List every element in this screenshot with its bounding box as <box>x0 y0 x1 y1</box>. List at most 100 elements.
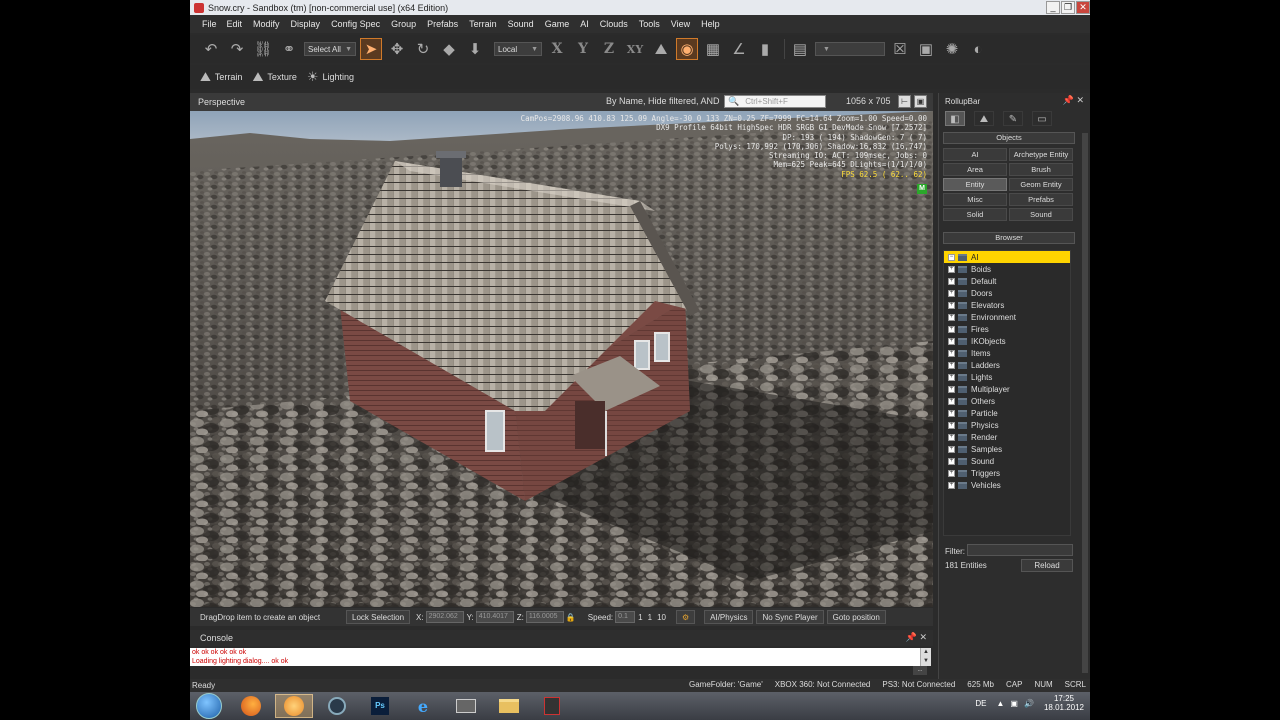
tree-item-default[interactable]: + Default <box>944 275 1070 287</box>
viewport-title[interactable]: Perspective <box>198 97 245 107</box>
tree-item-physics[interactable]: + Physics <box>944 419 1070 431</box>
lighting-button[interactable]: ☀ Lighting <box>307 69 354 85</box>
objects-section-header[interactable]: Objects <box>943 132 1075 144</box>
language-indicator[interactable]: DE <box>975 699 986 708</box>
expand-icon[interactable]: + <box>948 397 955 405</box>
object-misc-button[interactable]: Misc <box>943 193 1007 206</box>
tree-item-lights[interactable]: + Lights <box>944 371 1070 383</box>
tree-item-elevators[interactable]: + Elevators <box>944 299 1070 311</box>
material-icon[interactable]: ▣ <box>915 38 937 60</box>
layer-icon[interactable]: ▤ <box>789 38 811 60</box>
menu-file[interactable]: File <box>202 19 217 29</box>
clear-icon[interactable]: ☒ <box>889 38 911 60</box>
object-geom-entity-button[interactable]: Geom Entity <box>1009 178 1073 191</box>
object-solid-button[interactable]: Solid <box>943 208 1007 221</box>
explorer-icon[interactable] <box>490 694 528 718</box>
ruler-icon[interactable]: ▮ <box>754 38 776 60</box>
object-brush-button[interactable]: Brush <box>1009 163 1073 176</box>
tree-item-ai[interactable]: − AI <box>944 251 1070 263</box>
scale-icon[interactable]: ◆ <box>438 38 460 60</box>
clock[interactable]: 17:25 18.01.2012 <box>1044 694 1084 712</box>
goto-position-button[interactable]: Goto position <box>826 610 886 624</box>
sandbox-icon[interactable] <box>533 694 571 718</box>
expand-icon[interactable]: + <box>948 409 955 417</box>
expand-icon[interactable]: + <box>948 337 955 345</box>
tree-item-sound[interactable]: + Sound <box>944 455 1070 467</box>
tree-item-fires[interactable]: + Fires <box>944 323 1070 335</box>
photoshop-icon[interactable]: Ps <box>361 694 399 718</box>
move-icon[interactable]: ✥ <box>386 38 408 60</box>
expand-icon[interactable]: + <box>948 385 955 393</box>
console-pin-close-icons[interactable]: 📌 ✕ <box>906 632 927 643</box>
tree-item-render[interactable]: + Render <box>944 431 1070 443</box>
physics-icon[interactable]: ✺ <box>941 38 963 60</box>
console-output[interactable]: ok ok ok ok ok ok Loading lighting dialo… <box>190 648 920 666</box>
expand-icon[interactable]: + <box>948 349 955 357</box>
tree-item-doors[interactable]: + Doors <box>944 287 1070 299</box>
z-coord-field[interactable]: 116.0005 <box>525 611 564 623</box>
expand-icon[interactable]: + <box>948 469 955 477</box>
viewport-maximize-icon[interactable]: ▣ <box>914 95 927 108</box>
viewport-search-input[interactable]: 🔍 Ctrl+Shift+F <box>724 95 826 108</box>
axis-x-button[interactable]: X <box>546 41 568 57</box>
menu-modify[interactable]: Modify <box>253 19 280 29</box>
menu-sound[interactable]: Sound <box>508 19 534 29</box>
lock-selection-button[interactable]: Lock Selection <box>346 610 411 624</box>
console-scrollbar[interactable]: ▲ ▼ <box>920 648 931 666</box>
viewport-options-icon[interactable]: ⊢ <box>898 95 911 108</box>
expand-icon[interactable]: + <box>948 265 955 273</box>
tree-item-multiplayer[interactable]: + Multiplayer <box>944 383 1070 395</box>
select-arrow-icon[interactable]: ➤ <box>360 38 382 60</box>
filter-input[interactable] <box>967 544 1073 556</box>
perspective-viewport[interactable]: CamPos=2908.96 410.83 125.09 Angle=-30 0… <box>190 111 933 607</box>
menu-tools[interactable]: Tools <box>639 19 660 29</box>
expand-icon[interactable]: + <box>948 361 955 369</box>
game-mode-icon[interactable]: ⚙ <box>675 610 696 624</box>
viewport-filter-text[interactable]: By Name, Hide filtered, AND <box>606 96 720 106</box>
rotate-icon[interactable]: ↻ <box>412 38 434 60</box>
tree-item-others[interactable]: + Others <box>944 395 1070 407</box>
reload-button[interactable]: Reload <box>1021 559 1073 572</box>
console-more-button[interactable]: ... <box>913 666 927 675</box>
undo-icon[interactable]: ↶ <box>200 38 222 60</box>
expand-icon[interactable]: + <box>948 457 955 465</box>
tree-item-particle[interactable]: + Particle <box>944 407 1070 419</box>
lock-icon[interactable]: 🔒 <box>566 613 576 622</box>
selection-mask-combo[interactable]: Select All ▼ <box>304 42 356 56</box>
expand-icon[interactable]: + <box>948 373 955 381</box>
redo-icon[interactable]: ↷ <box>226 38 248 60</box>
terrain-snap-icon[interactable]: ⛰ <box>650 38 672 60</box>
menu-group[interactable]: Group <box>391 19 416 29</box>
object-prefabs-button[interactable]: Prefabs <box>1009 193 1073 206</box>
menu-config-spec[interactable]: Config Spec <box>331 19 380 29</box>
tree-item-environment[interactable]: + Environment <box>944 311 1070 323</box>
rollup-scrollbar[interactable] <box>1082 133 1088 673</box>
expand-icon[interactable]: + <box>948 289 955 297</box>
tree-item-triggers[interactable]: + Triggers <box>944 467 1070 479</box>
name-combo[interactable]: ▼ <box>815 42 885 56</box>
object-entity-button[interactable]: Entity <box>943 178 1007 191</box>
menu-display[interactable]: Display <box>291 19 321 29</box>
camera-icon[interactable]: ◉ <box>676 38 698 60</box>
menu-terrain[interactable]: Terrain <box>469 19 497 29</box>
network-icon[interactable]: ▣ <box>1010 699 1018 708</box>
object-area-button[interactable]: Area <box>943 163 1007 176</box>
tree-item-ladders[interactable]: + Ladders <box>944 359 1070 371</box>
coord-system-combo[interactable]: Local ▼ <box>494 42 542 56</box>
snap-to-terrain-icon[interactable]: ⬇ <box>464 38 486 60</box>
menu-help[interactable]: Help <box>701 19 720 29</box>
expand-icon[interactable]: + <box>948 445 955 453</box>
tree-item-vehicles[interactable]: + Vehicles <box>944 479 1070 491</box>
tab-display-icon[interactable]: ▭ <box>1032 111 1052 126</box>
ie-icon[interactable]: e <box>404 694 442 718</box>
texture-button[interactable]: ⛰ Texture <box>252 69 296 85</box>
ai-icon[interactable]: ◐ <box>967 38 989 60</box>
no-sync-player-button[interactable]: No Sync Player <box>756 610 824 624</box>
x-coord-field[interactable]: 2902.062 <box>425 611 464 623</box>
expand-icon[interactable]: + <box>948 325 955 333</box>
tree-item-boids[interactable]: + Boids <box>944 263 1070 275</box>
start-button[interactable] <box>196 693 222 719</box>
menu-ai[interactable]: AI <box>580 19 589 29</box>
browser-section-header[interactable]: Browser <box>943 232 1075 244</box>
ai-physics-button[interactable]: AI/Physics <box>704 610 754 624</box>
